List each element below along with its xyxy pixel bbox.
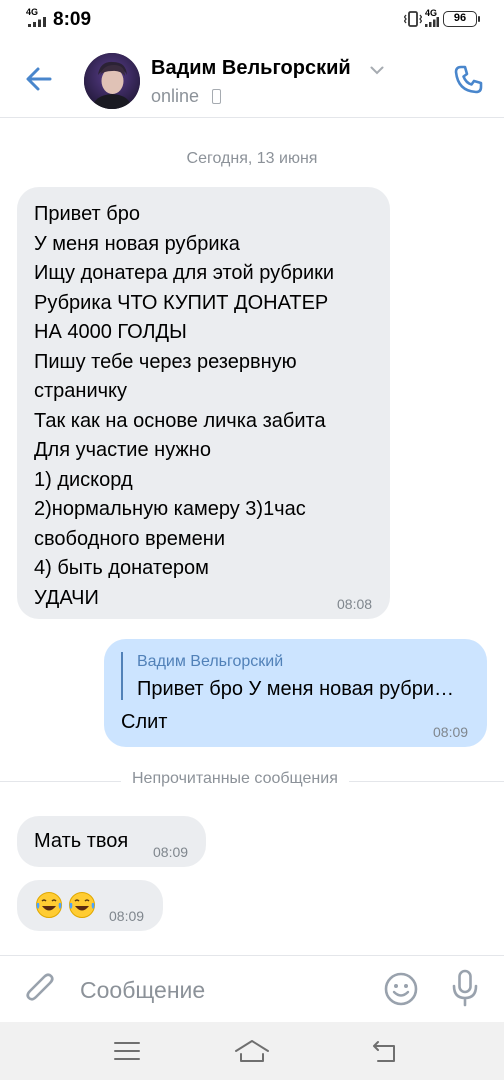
microphone-icon[interactable] (452, 969, 478, 1007)
incoming-message-bubble[interactable]: Привет бро У меня новая рубрика Ищу дона… (17, 187, 390, 619)
menu-icon[interactable] (114, 1041, 140, 1061)
contact-status: online (151, 86, 200, 106)
chevron-down-icon[interactable] (370, 66, 384, 75)
smile-icon[interactable] (383, 971, 419, 1007)
message-composer (0, 955, 504, 1022)
home-icon[interactable] (234, 1039, 270, 1063)
vibrate-icon (404, 11, 422, 27)
incoming-message-bubble[interactable]: Мать твоя 08:09 (17, 816, 206, 867)
avatar-photo (84, 53, 140, 109)
contact-name[interactable]: Вадим Вельгорский (151, 57, 351, 80)
reply-quote-bar (121, 652, 123, 700)
reply-preview[interactable]: Привет бро У меня новая рубри… (137, 678, 454, 701)
message-text: Слит (121, 711, 168, 733)
laughing-tears-emoji (69, 892, 95, 918)
network-type: 4G (26, 7, 39, 17)
back-icon[interactable] (370, 1039, 398, 1063)
signal-icon-right (425, 17, 439, 27)
avatar[interactable] (84, 53, 140, 109)
paperclip-icon[interactable] (20, 970, 60, 1010)
message-time: 08:09 (433, 724, 469, 740)
laughing-tears-emoji (36, 892, 62, 918)
mobile-device-icon (212, 89, 221, 104)
message-time: 08:09 (153, 844, 189, 860)
battery-indicator: 96 (443, 11, 480, 27)
clock: 8:09 (53, 9, 92, 30)
message-text: Мать твоя (34, 830, 129, 852)
status-bar: 4G 8:09 4G 96 (0, 0, 504, 40)
message-input[interactable] (80, 975, 370, 1005)
message-time: 08:08 (337, 596, 373, 612)
message-time: 08:09 (109, 908, 145, 924)
date-divider: Сегодня, 13 июня (186, 150, 318, 167)
outgoing-message-bubble[interactable]: Вадим Вельгорский Привет бро У меня нова… (104, 639, 487, 747)
reply-author[interactable]: Вадим Вельгорский (137, 653, 283, 671)
message-text: Привет бро У меня новая рубрика Ищу дона… (34, 203, 335, 609)
unread-divider: Непрочитанные сообщения (121, 770, 349, 788)
incoming-emoji-bubble[interactable]: 08:09 (17, 880, 163, 931)
system-navigation-bar (0, 1022, 504, 1080)
chat-header: Вадим Вельгорский online (0, 40, 504, 118)
phone-icon[interactable] (452, 64, 484, 96)
back-arrow-icon[interactable] (22, 62, 56, 96)
signal-icon (28, 17, 46, 27)
